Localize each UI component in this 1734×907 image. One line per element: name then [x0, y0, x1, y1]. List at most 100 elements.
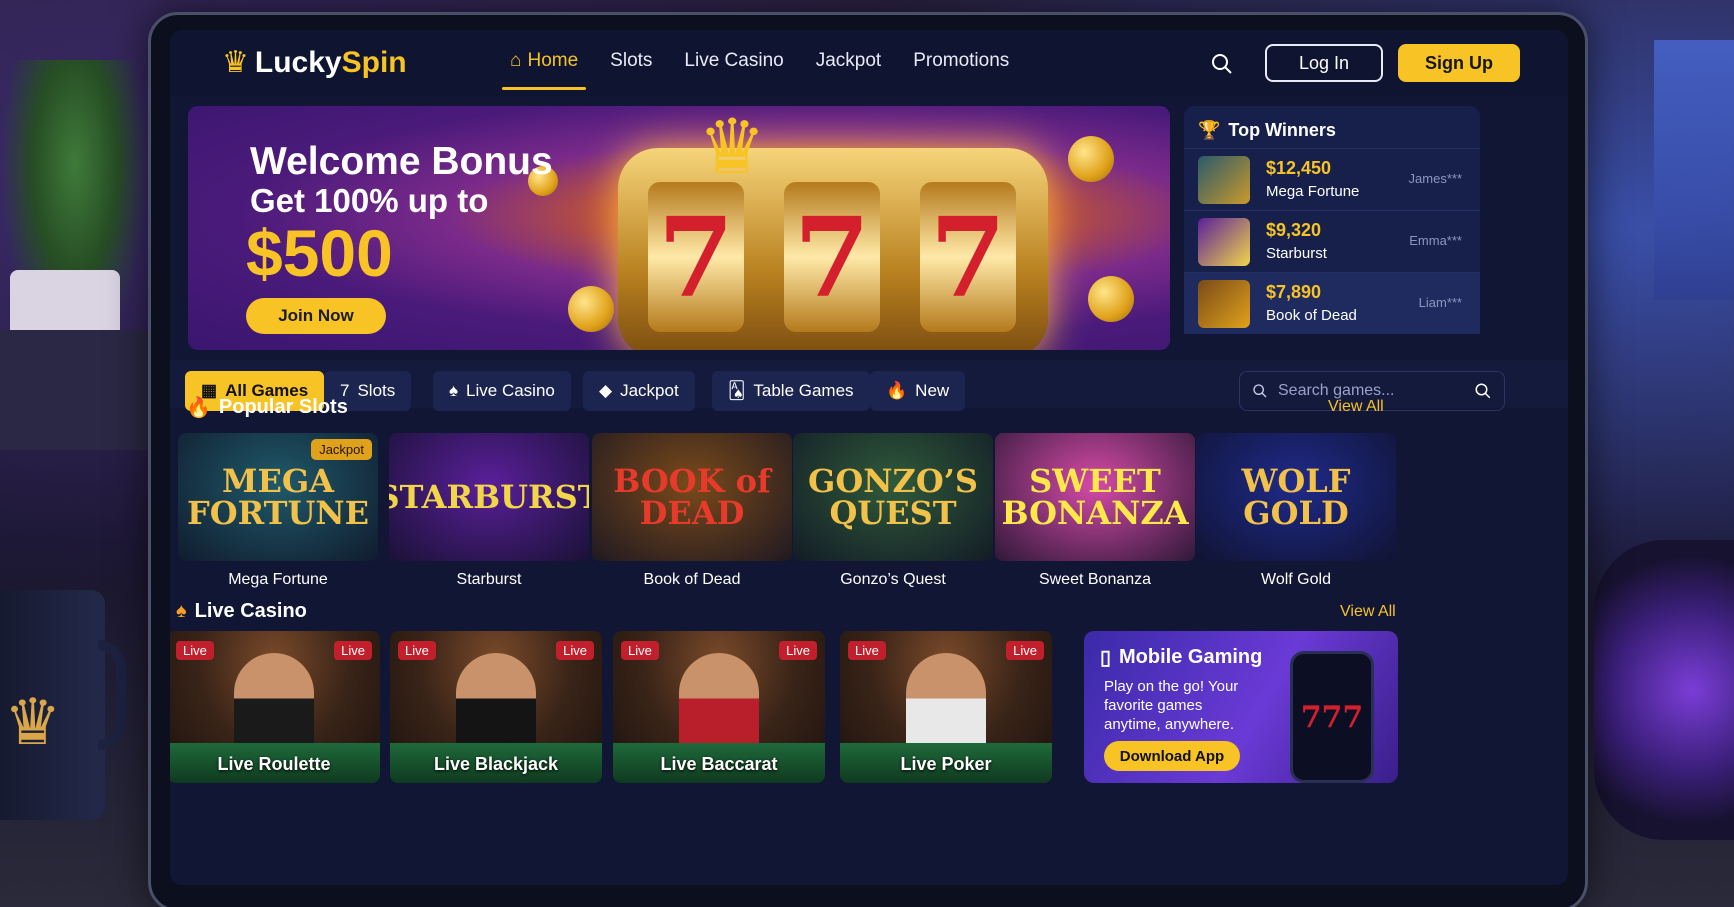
hero-subtitle: Get 100% up to — [250, 182, 489, 219]
slot-reel: 7 — [784, 182, 880, 332]
live-badge: Live — [398, 641, 436, 660]
live-table-name: Live Baccarat — [660, 754, 778, 774]
filter-jackpot[interactable]: ◆ Jackpot — [583, 371, 695, 411]
game-art-title: SWEET BONANZA — [1001, 462, 1189, 532]
nav-jackpot[interactable]: Jackpot — [816, 50, 881, 72]
popular-view-all-link[interactable]: View All — [1328, 398, 1384, 416]
filter-label: Table Games — [753, 381, 854, 400]
game-card[interactable]: MEGA FORTUNE Jackpot — [178, 433, 378, 561]
filter-label: New — [915, 381, 950, 400]
game-art-title: BOOK of DEAD — [613, 462, 771, 532]
game-name[interactable]: Starburst — [389, 571, 589, 589]
game-name[interactable]: Sweet Bonanza — [995, 571, 1195, 589]
live-table-card[interactable]: Live Live Live Blackjack — [390, 631, 602, 783]
game-card[interactable]: STARBURST — [389, 433, 589, 561]
winner-row[interactable]: $9,320 Starburst Emma*** — [1184, 210, 1480, 272]
winner-user: Liam*** — [1418, 295, 1462, 310]
hero-amount: $500 — [246, 216, 393, 290]
winner-user: James*** — [1408, 171, 1462, 186]
background-mug-handle — [98, 640, 126, 750]
filter-label: Slots — [357, 381, 396, 400]
winner-user: Emma*** — [1409, 233, 1462, 248]
mobile-gaming-promo[interactable]: ▯ Mobile Gaming Play on the go! Your fav… — [1084, 631, 1398, 783]
top-winners-title: Top Winners — [1228, 120, 1336, 140]
slot-reel: 7 — [648, 182, 744, 332]
live-view-all-link[interactable]: View All — [1340, 603, 1396, 621]
filter-label: Live Casino — [466, 381, 555, 400]
live-table-card[interactable]: Live Live Live Baccarat — [613, 631, 825, 783]
section-title: Popular Slots — [218, 396, 348, 418]
winner-row[interactable]: $12,450 Mega Fortune James*** — [1184, 148, 1480, 210]
game-art-title: MEGA FORTUNE — [187, 462, 369, 532]
trophy-icon: 🏆 — [1198, 120, 1221, 140]
search-icon[interactable] — [1210, 52, 1234, 76]
phone-icon: ▯ — [1100, 647, 1112, 669]
coin-icon — [1068, 136, 1114, 182]
slot-machine-illustration: 7 7 7 — [618, 148, 1048, 350]
jackpot-badge: Jackpot — [311, 439, 372, 460]
top-winners-header: 🏆 Top Winners — [1198, 120, 1336, 141]
login-button[interactable]: Log In — [1265, 44, 1383, 82]
nav-promotions[interactable]: Promotions — [913, 50, 1009, 72]
game-card[interactable]: BOOK of DEAD — [592, 433, 792, 561]
nav-live-casino[interactable]: Live Casino — [684, 50, 783, 72]
winner-game: Book of Dead — [1266, 307, 1357, 324]
coin-icon — [568, 286, 614, 332]
logo[interactable]: ♛ LuckySpin — [222, 46, 407, 80]
home-icon: ⌂ — [510, 50, 522, 71]
mug-crown-icon: ♛ — [4, 686, 62, 758]
game-card[interactable]: SWEET BONANZA — [995, 433, 1195, 561]
casino-app: ♛ LuckySpin ⌂ Home Slots Live Casino Jac… — [170, 30, 1568, 885]
live-badge: Live — [176, 641, 214, 660]
live-badge: Live — [556, 641, 594, 660]
filter-table-games[interactable]: 🂡 Table Games — [712, 371, 870, 411]
join-now-button[interactable]: Join Now — [246, 298, 386, 334]
game-art-title: WOLF GOLD — [1241, 462, 1351, 532]
live-table-name: Live Roulette — [217, 754, 331, 774]
game-thumbnail — [1198, 155, 1250, 204]
search-submit-icon[interactable] — [1474, 382, 1492, 400]
spade-icon: ♠ — [449, 381, 459, 400]
game-card[interactable]: WOLF GOLD — [1196, 433, 1396, 561]
slot-reel: 7 — [920, 182, 1016, 332]
main-nav: ⌂ Home Slots Live Casino Jackpot Promoti… — [501, 50, 1009, 90]
live-table-card[interactable]: Live Live Live Poker — [840, 631, 1052, 783]
game-thumbnail — [1198, 217, 1250, 266]
filter-live-casino[interactable]: ♠ Live Casino — [433, 371, 571, 411]
flame-icon: 🔥 — [186, 397, 211, 419]
game-name[interactable]: Book of Dead — [592, 571, 792, 589]
cards-icon: 🂡 — [728, 381, 746, 400]
diamond-icon: ◆ — [599, 381, 613, 400]
game-name[interactable]: Mega Fortune — [178, 571, 378, 589]
filter-new[interactable]: 🔥 New — [870, 371, 966, 411]
logo-text-spin: Spin — [341, 46, 407, 79]
promo-header: ▯ Mobile Gaming — [1100, 645, 1262, 670]
spade-icon: ♠ — [176, 600, 187, 622]
top-header: ♛ LuckySpin ⌂ Home Slots Live Casino Jac… — [170, 30, 1568, 96]
live-badge: Live — [621, 641, 659, 660]
nav-home[interactable]: ⌂ Home — [501, 50, 587, 90]
welcome-banner[interactable]: 7 7 7 ♛ Welcome Bonus Get 100% up to $50… — [188, 106, 1170, 350]
nav-slots[interactable]: Slots — [610, 50, 652, 72]
background-headphones — [1594, 540, 1734, 840]
flame-icon: 🔥 — [886, 381, 908, 400]
live-table-card[interactable]: Live Live Live Roulette — [170, 631, 380, 783]
game-art-title: GONZO’S QUEST — [808, 462, 978, 532]
crown-icon: ♛ — [698, 106, 767, 190]
game-card[interactable]: GONZO’S QUEST — [793, 433, 993, 561]
phone-illustration: 777 — [1290, 651, 1374, 783]
nav-home-label: Home — [527, 50, 579, 71]
winner-row[interactable]: $7,890 Book of Dead Liam*** — [1184, 272, 1480, 334]
game-name[interactable]: Wolf Gold — [1196, 571, 1396, 589]
live-badge: Live — [1006, 641, 1044, 660]
signup-button[interactable]: Sign Up — [1398, 44, 1520, 82]
hero-title: Welcome Bonus — [250, 140, 553, 183]
nav-promotions-label: Promotions — [913, 50, 1010, 71]
live-badge: Live — [334, 641, 372, 660]
background-light — [1654, 40, 1734, 300]
popular-slots-heading: 🔥 Popular Slots — [186, 395, 348, 420]
winner-amount: $7,890 — [1266, 282, 1322, 302]
download-app-button[interactable]: Download App — [1104, 741, 1240, 771]
game-name[interactable]: Gonzo’s Quest — [793, 571, 993, 589]
winner-game: Mega Fortune — [1266, 183, 1360, 200]
